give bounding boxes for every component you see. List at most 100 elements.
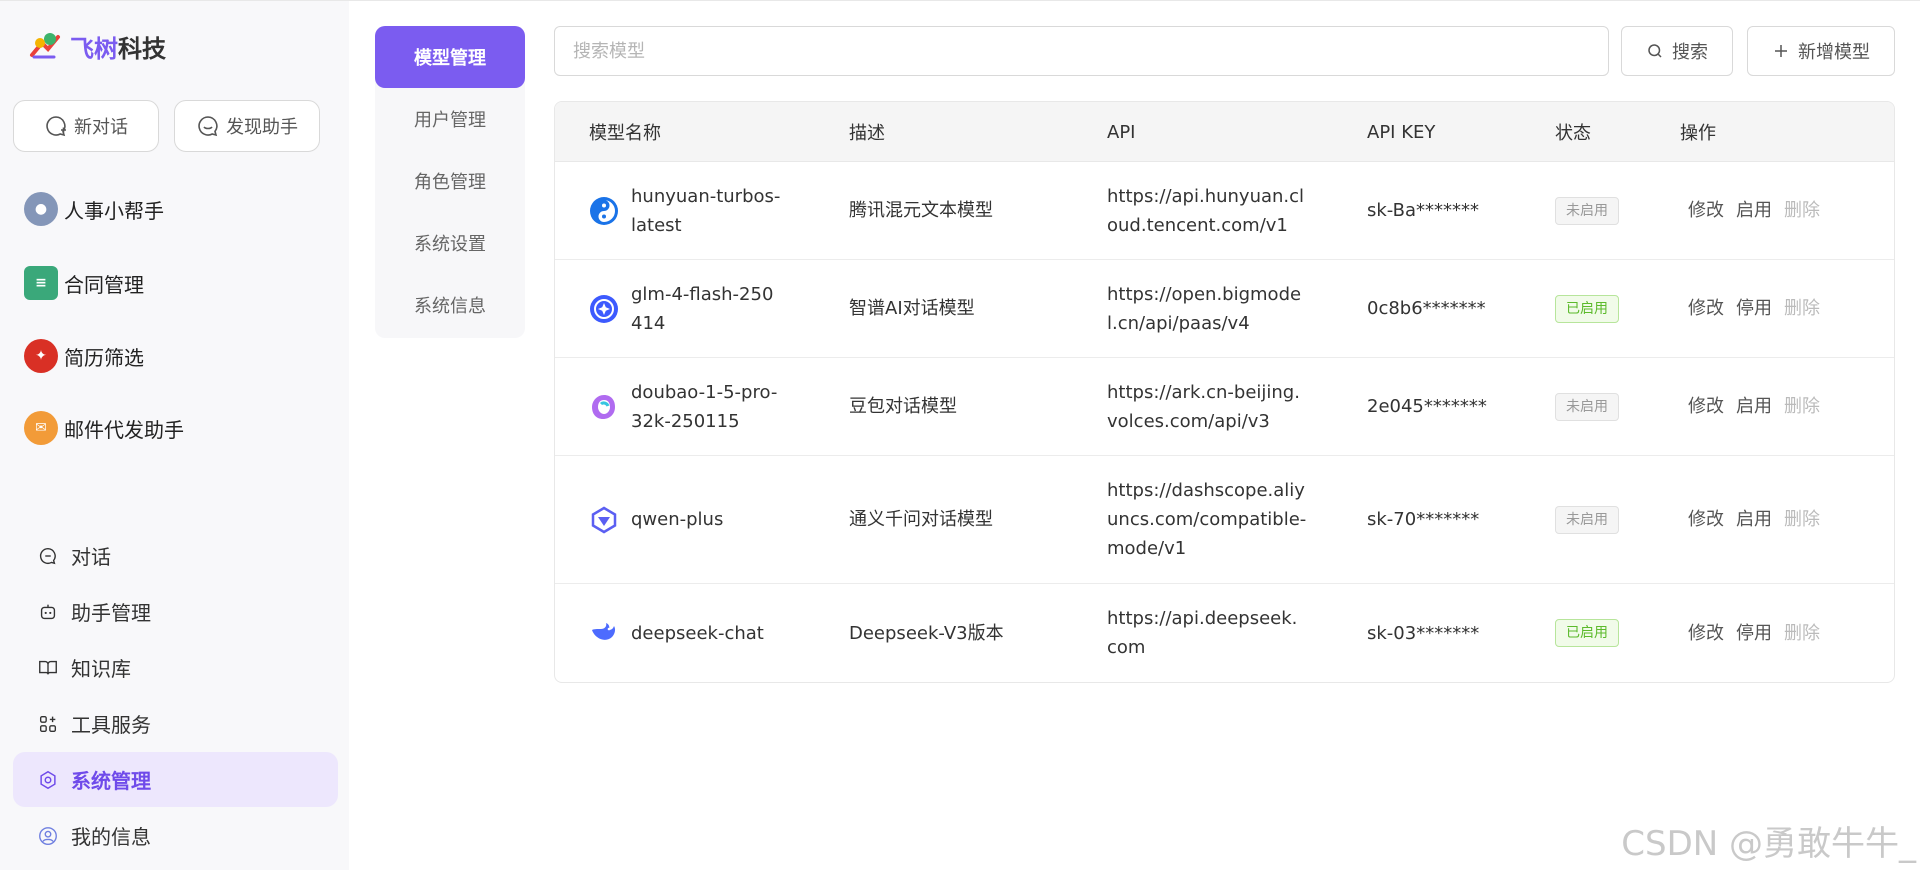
delete-button[interactable]: 删除 xyxy=(1784,619,1820,648)
status-badge: 未启用 xyxy=(1555,196,1619,225)
table-row: doubao-1-5-pro-32k-250115 豆包对话模型 https:/… xyxy=(555,358,1894,456)
model-api-key: 2e045******* xyxy=(1367,396,1487,417)
enable-button[interactable]: 启用 xyxy=(1736,505,1772,534)
enable-button[interactable]: 启用 xyxy=(1736,196,1772,225)
nav-item-assistant-management[interactable]: 助手管理 xyxy=(13,584,338,639)
model-description: 豆包对话模型 xyxy=(849,396,957,417)
delete-button[interactable]: 删除 xyxy=(1784,505,1820,534)
nav-item-knowledge-base[interactable]: 知识库 xyxy=(13,640,338,695)
assistant-label: 邮件代发助手 xyxy=(64,417,184,442)
qwen-icon xyxy=(591,506,617,533)
submenu-role-management[interactable]: 角色管理 xyxy=(375,150,525,212)
model-api-url: https://api.deepseek.com xyxy=(1107,608,1298,658)
assistant-label: 合同管理 xyxy=(64,272,144,297)
zhipu-icon xyxy=(590,294,618,323)
enable-button[interactable]: 启用 xyxy=(1736,392,1772,421)
header-model-name: 模型名称 xyxy=(589,123,661,144)
model-description: Deepseek-V3版本 xyxy=(849,622,1004,644)
table-row: deepseek-chat Deepseek-V3版本 https://api.… xyxy=(555,584,1894,682)
new-chat-icon xyxy=(46,116,66,137)
add-model-button[interactable]: 新增模型 xyxy=(1747,26,1895,76)
submenu-model-management[interactable]: 模型管理 xyxy=(375,26,525,88)
nav-item-system-management[interactable]: 系统管理 xyxy=(13,752,338,807)
nav-label: 工具服务 xyxy=(71,713,151,737)
nav-label: 系统管理 xyxy=(71,769,151,793)
deepseek-icon xyxy=(592,623,616,640)
status-badge: 未启用 xyxy=(1555,392,1619,421)
apps-icon xyxy=(39,715,57,732)
model-name: doubao-1-5-pro-32k-250115 xyxy=(631,381,778,432)
model-api-key: 0c8b6******* xyxy=(1367,298,1486,319)
header-api-key: API KEY xyxy=(1367,121,1436,143)
nav-label: 知识库 xyxy=(71,657,131,681)
model-api-key: sk-03******* xyxy=(1367,622,1480,644)
system-submenu: 模型管理 用户管理 角色管理 系统设置 系统信息 xyxy=(375,26,525,338)
settings-icon xyxy=(40,770,56,789)
assistant-item-mail[interactable]: ✉ 邮件代发助手 xyxy=(24,407,184,449)
delete-button[interactable]: 删除 xyxy=(1784,196,1820,225)
discover-assistant-button[interactable]: 发现助手 xyxy=(174,100,320,152)
header-actions: 操作 xyxy=(1680,123,1716,144)
hunyuan-icon xyxy=(590,196,618,225)
watermark: CSDN @勇敢牛牛_ xyxy=(1621,824,1916,864)
model-api-url: https://dashscope.aliyuncs.com/compatibl… xyxy=(1107,480,1307,559)
model-api-key: sk-70******* xyxy=(1367,509,1480,530)
model-api-url: https://api.hunyuan.cloud.tencent.com/v1 xyxy=(1107,185,1305,236)
model-table: 模型名称 描述 API API KEY 状态 操作 hunyuan-turbos… xyxy=(554,101,1895,683)
model-search-input[interactable] xyxy=(554,26,1609,76)
doubao-icon xyxy=(592,394,615,419)
model-description: 通义千问对话模型 xyxy=(849,509,993,530)
user-icon xyxy=(39,826,57,845)
disable-button[interactable]: 停用 xyxy=(1736,294,1772,323)
delete-button[interactable]: 删除 xyxy=(1784,392,1820,421)
model-description: 腾讯混元文本模型 xyxy=(849,200,993,221)
nav-label: 我的信息 xyxy=(71,825,151,849)
status-badge: 已启用 xyxy=(1555,294,1619,323)
book-icon xyxy=(39,660,57,675)
new-chat-button[interactable]: 新对话 xyxy=(13,100,159,152)
edit-button[interactable]: 修改 xyxy=(1688,196,1724,225)
table-header: 模型名称 描述 API API KEY 状态 操作 xyxy=(555,102,1894,162)
table-row: hunyuan-turbos-latest 腾讯混元文本模型 https://a… xyxy=(555,162,1894,260)
discover-icon xyxy=(198,116,218,137)
edit-button[interactable]: 修改 xyxy=(1688,392,1724,421)
resume-assistant-avatar: ✦ xyxy=(24,339,58,373)
edit-button[interactable]: 修改 xyxy=(1688,294,1724,323)
assistant-label: 人事小帮手 xyxy=(64,198,164,223)
assistant-label: 简历筛选 xyxy=(64,345,144,370)
plus-icon xyxy=(1775,45,1787,57)
header-api: API xyxy=(1107,121,1136,143)
disable-button[interactable]: 停用 xyxy=(1736,619,1772,648)
delete-button[interactable]: 删除 xyxy=(1784,294,1820,323)
app-logo[interactable]: 飞树科技 xyxy=(28,29,166,63)
edit-button[interactable]: 修改 xyxy=(1688,505,1724,534)
assistant-item-hr[interactable]: ● 人事小帮手 xyxy=(24,188,164,230)
nav-item-chat[interactable]: 对话 xyxy=(13,528,338,583)
assistant-item-contract[interactable]: ≡ 合同管理 xyxy=(24,262,144,304)
search-icon xyxy=(1648,44,1662,58)
submenu-system-info[interactable]: 系统信息 xyxy=(375,274,525,336)
nav-item-tool-services[interactable]: 工具服务 xyxy=(13,696,338,751)
header-status: 状态 xyxy=(1555,123,1591,144)
discover-label: 发现助手 xyxy=(226,117,298,138)
nav-label: 助手管理 xyxy=(71,601,151,625)
chat-icon xyxy=(39,547,56,564)
sidebar: 飞树科技 新对话 发现助手 ● 人事小帮手 ≡ 合同管理 ✦ 简历筛选 ✉ 邮件… xyxy=(0,1,349,870)
robot-icon xyxy=(40,604,56,619)
submenu-user-management[interactable]: 用户管理 xyxy=(375,88,525,150)
status-badge: 已启用 xyxy=(1555,619,1619,647)
new-chat-label: 新对话 xyxy=(74,117,128,138)
model-api-key: sk-Ba******* xyxy=(1367,200,1480,221)
status-badge: 未启用 xyxy=(1555,505,1619,534)
assistant-item-resume[interactable]: ✦ 简历筛选 xyxy=(24,335,144,377)
model-api-url: https://ark.cn-beijing.volces.com/api/v3 xyxy=(1107,381,1300,432)
submenu-system-settings[interactable]: 系统设置 xyxy=(375,212,525,274)
app-title: 飞树科技 xyxy=(70,34,166,63)
nav-item-my-info[interactable]: 我的信息 xyxy=(13,808,338,863)
model-api-url: https://open.bigmodel.cn/api/paas/v4 xyxy=(1107,283,1302,334)
tree-logo-icon xyxy=(30,33,60,59)
hr-assistant-avatar: ● xyxy=(24,192,58,226)
model-description: 智谱AI对话模型 xyxy=(849,298,975,319)
search-button[interactable]: 搜索 xyxy=(1621,26,1733,76)
edit-button[interactable]: 修改 xyxy=(1688,619,1724,648)
